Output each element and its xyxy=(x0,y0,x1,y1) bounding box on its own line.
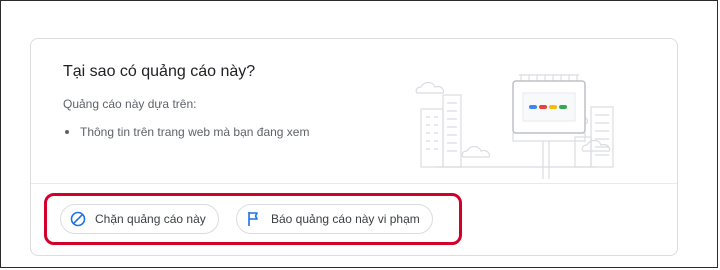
billboard-illustration xyxy=(415,74,614,179)
reason-list: Thông tin trên trang web mà bạn đang xem xyxy=(63,125,309,139)
report-ad-button[interactable]: Báo quảng cáo này vi phạm xyxy=(236,204,433,234)
divider xyxy=(31,183,677,184)
reason-text: Thông tin trên trang web mà bạn đang xem xyxy=(80,125,310,139)
block-ad-button[interactable]: Chặn quảng cáo này xyxy=(60,204,219,234)
based-on-label: Quảng cáo này dựa trên: xyxy=(63,97,197,111)
report-ad-label: Báo quảng cáo này vi phạm xyxy=(271,212,420,226)
block-icon xyxy=(69,210,87,228)
block-ad-label: Chặn quảng cáo này xyxy=(95,212,206,226)
card-title: Tại sao có quảng cáo này? xyxy=(63,63,256,80)
bullet-icon xyxy=(65,130,69,134)
flag-icon xyxy=(245,210,263,228)
list-item: Thông tin trên trang web mà bạn đang xem xyxy=(63,125,309,139)
